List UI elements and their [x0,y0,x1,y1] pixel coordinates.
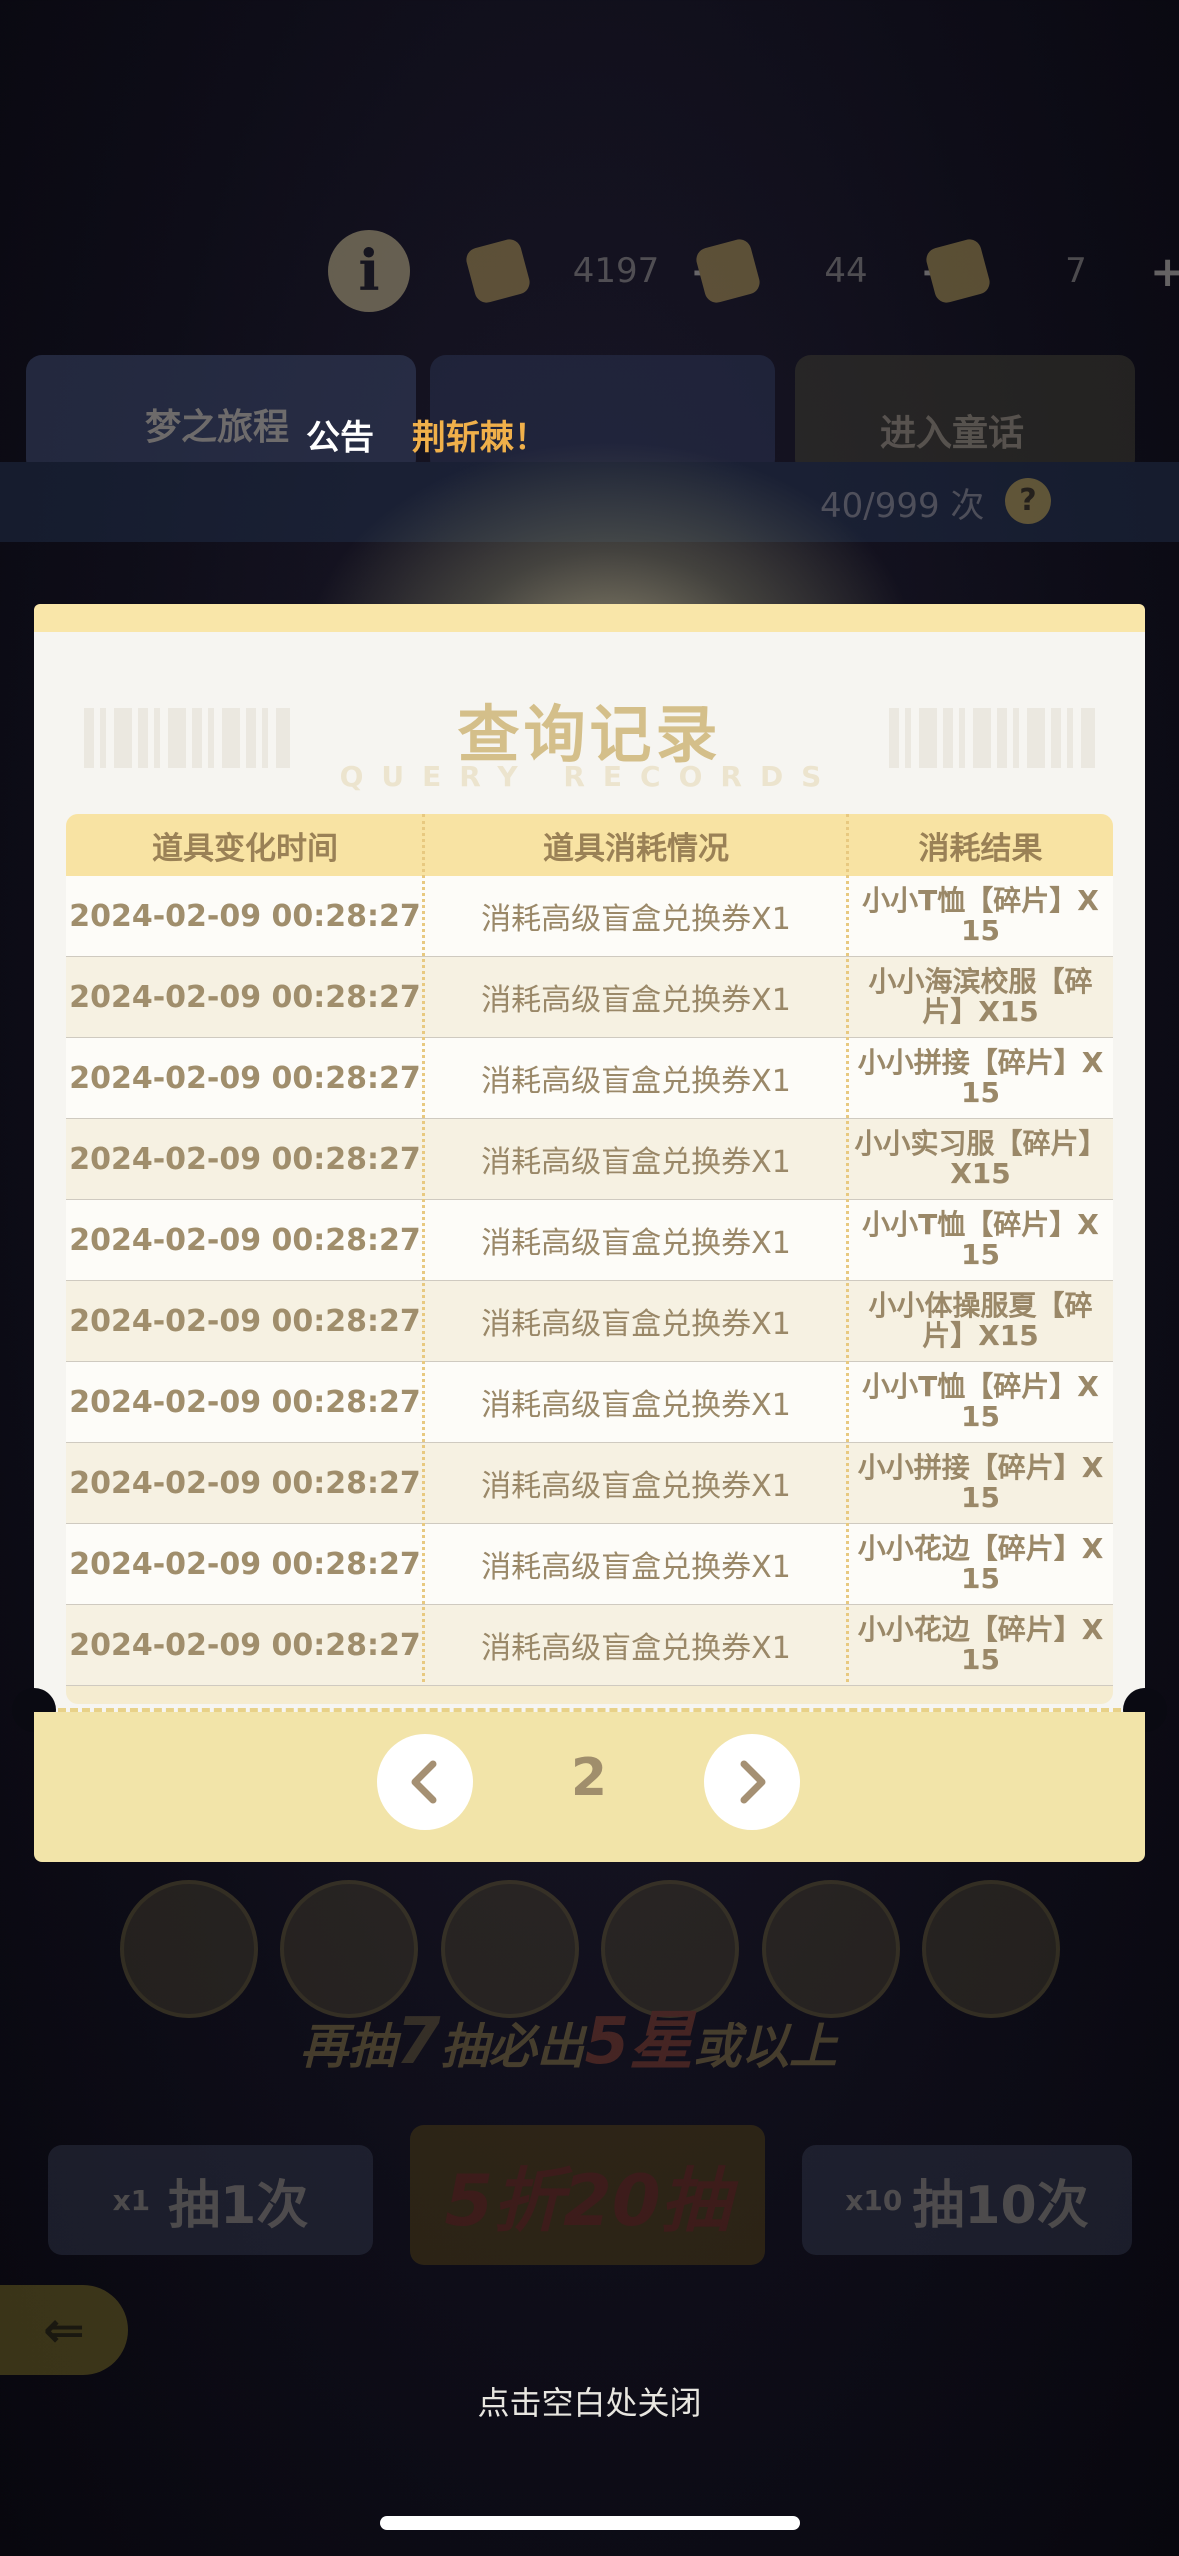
add-icon: + [1150,246,1179,296]
record-consumption: 消耗高级盲盒兑换券X1 [481,1307,791,1342]
chevron-right-icon [740,1760,766,1804]
previous-page-button[interactable] [377,1734,473,1830]
next-page-button[interactable] [704,1734,800,1830]
record-result: 小小T恤【碎片】X 15 [862,1208,1099,1271]
record-result: 小小拼接【碎片】X 15 [857,1046,1104,1109]
pull-ten-button: x10 抽10次 [802,2145,1132,2255]
query-records-dialog: 查询记录 QUERY RECORDS 道具变化时间 道具消耗情况 消耗结果 20… [12,604,1167,1862]
journey-tab-label: 梦之旅程 [145,407,290,448]
record-time: 2024-02-09 00:28:27 [69,1546,421,1582]
record-consumption: 消耗高级盲盒兑换券X1 [481,1631,791,1666]
pity-text: 再抽7抽必出5星或以上 [300,2005,838,2079]
record-consumption: 消耗高级盲盒兑换券X1 [481,1226,791,1261]
avatar [921,1880,1060,2018]
record-time: 2024-02-09 00:28:27 [69,1060,421,1096]
record-result: 小小T恤【碎片】X 15 [862,884,1099,947]
record-time: 2024-02-09 00:28:27 [69,1465,421,1501]
column-divider [422,814,425,1682]
pagination: 2 [34,1734,1145,1834]
star-currency-icon [463,236,533,306]
back-arrow-icon: ⇐ [0,2285,128,2375]
table-row: 2024-02-09 00:28:27 消耗高级盲盒兑换券X1 小小T恤【碎片】X … [66,876,1113,957]
record-time: 2024-02-09 00:28:27 [69,898,421,934]
table-body: 2024-02-09 00:28:27 消耗高级盲盒兑换券X1 小小T恤【碎片】X … [66,876,1113,1686]
chevron-left-icon [411,1760,437,1804]
record-time: 2024-02-09 00:28:27 [69,1627,421,1663]
record-consumption: 消耗高级盲盒兑换券X1 [481,1064,791,1099]
record-result: 小小实习服【碎片】X15 [854,1127,1107,1190]
records-table[interactable]: 道具变化时间 道具消耗情况 消耗结果 2024-02-09 00:28:27 消耗… [66,814,1113,1704]
avatar [120,1880,258,2018]
dialog-top-strip [34,604,1145,632]
record-consumption: 消耗高级盲盒兑换券X1 [481,1469,791,1504]
dialog-body: 查询记录 QUERY RECORDS 道具变化时间 道具消耗情况 消耗结果 20… [34,632,1145,1712]
coupon-icon [923,236,993,306]
record-time: 2024-02-09 00:28:27 [69,1384,421,1420]
resource-coupon: 7 + [923,236,1179,306]
record-consumption: 消耗高级盲盒兑换券X1 [481,1388,791,1423]
column-divider [846,814,849,1682]
table-row: 2024-02-09 00:28:27 消耗高级盲盒兑换券X1 小小拼接【碎片】X … [66,1443,1113,1524]
discount-pull-button: 5折20抽 [410,2125,765,2265]
record-consumption: 消耗高级盲盒兑换券X1 [481,1145,791,1180]
table-row: 2024-02-09 00:28:27 消耗高级盲盒兑换券X1 小小T恤【碎片】X … [66,1200,1113,1281]
record-consumption: 消耗高级盲盒兑换券X1 [481,1550,791,1585]
column-header-consumption: 道具消耗情况 [543,830,729,867]
record-time: 2024-02-09 00:28:27 [69,1303,421,1339]
announcement-message: 荆斩棘！ [411,418,548,458]
info-icon: i [328,230,410,312]
table-row: 2024-02-09 00:28:27 消耗高级盲盒兑换券X1 小小拼接【碎片】X … [66,1038,1113,1119]
help-icon: ? [1005,478,1051,524]
record-result: 小小T恤【碎片】X 15 [862,1370,1099,1433]
table-row: 2024-02-09 00:28:27 消耗高级盲盒兑换券X1 小小花边【碎片】X … [66,1524,1113,1605]
table-row: 2024-02-09 00:28:27 消耗高级盲盒兑换券X1 小小实习服【碎片】X… [66,1119,1113,1200]
table-row: 2024-02-09 00:28:27 消耗高级盲盒兑换券X1 小小花边【碎片】X … [66,1605,1113,1686]
record-result: 小小海滨校服【碎片】X15 [868,965,1093,1028]
table-row: 2024-02-09 00:28:27 消耗高级盲盒兑换券X1 小小T恤【碎片】X … [66,1362,1113,1443]
ticket-icon [693,236,763,306]
table-row: 2024-02-09 00:28:27 消耗高级盲盒兑换券X1 小小海滨校服【碎片】… [66,957,1113,1038]
record-time: 2024-02-09 00:28:27 [69,1222,421,1258]
record-result: 小小花边【碎片】X 15 [857,1613,1104,1676]
table-header: 道具变化时间 道具消耗情况 消耗结果 [66,814,1113,876]
table-row: 2024-02-09 00:28:27 消耗高级盲盒兑换券X1 小小体操服夏【碎片】… [66,1281,1113,1362]
column-header-time: 道具变化时间 [152,830,338,867]
home-indicator[interactable] [380,2516,800,2530]
record-result: 小小体操服夏【碎片】X15 [868,1289,1093,1352]
record-time: 2024-02-09 00:28:27 [69,1141,421,1177]
record-consumption: 消耗高级盲盒兑换券X1 [481,902,791,937]
column-header-result: 消耗结果 [918,830,1043,867]
resource-star: 4197 + [463,236,725,306]
pull-one-button: x1 抽1次 [48,2145,373,2255]
announcement-bar: 公告 荆斩棘！ [306,410,548,459]
record-consumption: 消耗高级盲盒兑换券X1 [481,983,791,1018]
record-result: 小小拼接【碎片】X 15 [857,1451,1104,1514]
page-number: 2 [570,1748,608,1808]
announcement-label: 公告 [306,418,374,458]
record-result: 小小花边【碎片】X 15 [857,1532,1104,1595]
close-hint[interactable]: 点击空白处关闭 [0,2378,1179,2424]
dialog-subtitle: QUERY RECORDS [339,760,840,793]
record-time: 2024-02-09 00:28:27 [69,979,421,1015]
resource-ticket: 44 + [693,236,955,306]
